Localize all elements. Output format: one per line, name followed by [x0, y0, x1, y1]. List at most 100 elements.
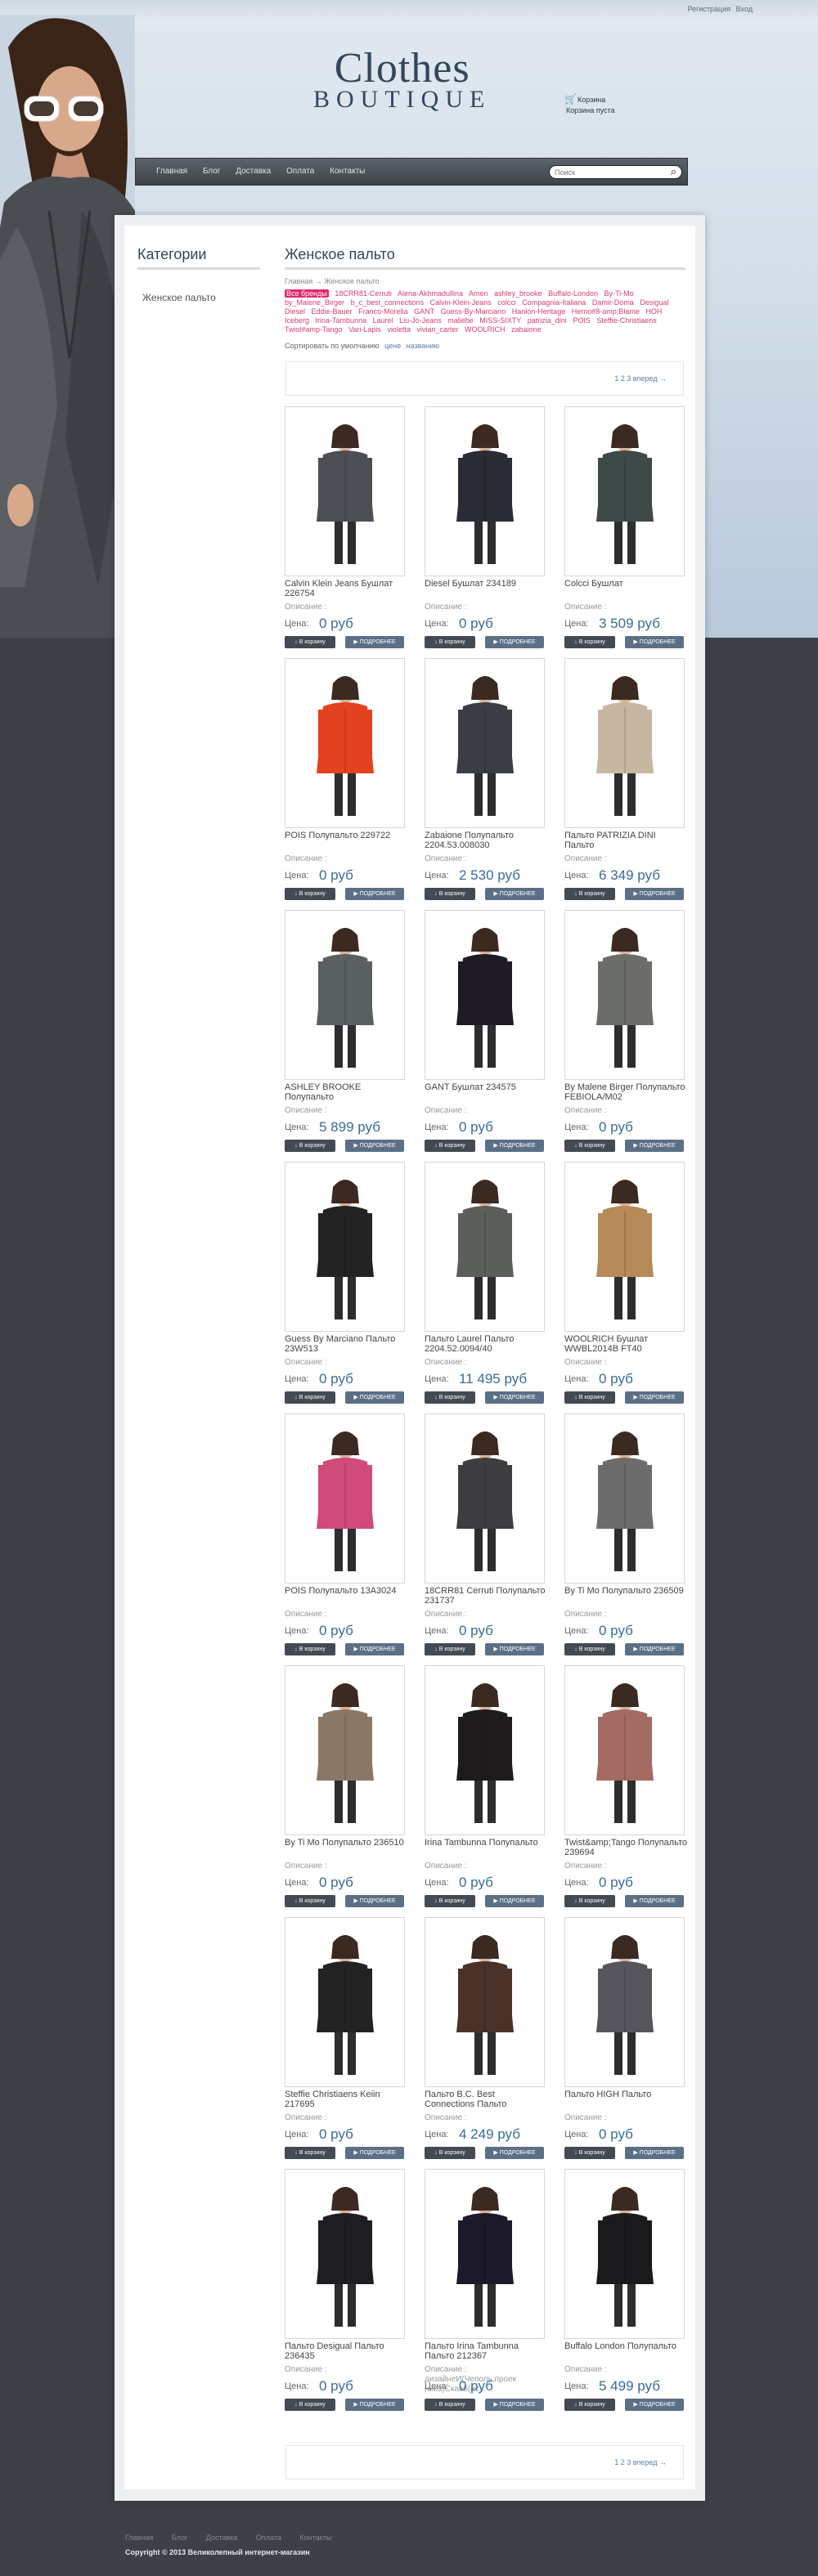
nav-item-blog[interactable]: Блог — [203, 167, 221, 176]
nav-item-home[interactable]: Главная — [156, 167, 187, 176]
product-name[interactable]: Diesel Бушлат 234189 — [425, 579, 547, 589]
details-button[interactable]: ▶ ПОДРОБНЕЕ — [485, 1391, 544, 1404]
brand-filter-tag[interactable]: violetta — [387, 325, 411, 334]
search-icon[interactable]: ⌕ — [671, 165, 676, 178]
product-image[interactable] — [425, 406, 545, 576]
product-image[interactable] — [425, 1162, 545, 1332]
product-name[interactable]: Пальто B.C. Best Connections Пальто — [425, 2090, 547, 2109]
product-image[interactable] — [564, 1665, 685, 1835]
brand-filter-tag[interactable]: By-Ti-Mo — [605, 289, 634, 298]
add-to-cart-button[interactable]: ↓ В корзину — [425, 1140, 475, 1152]
add-to-cart-button[interactable]: ↓ В корзину — [285, 1895, 335, 1907]
product-name[interactable]: Colcci Бушлат — [564, 579, 687, 589]
breadcrumb-home[interactable]: Главная — [285, 277, 312, 285]
product-image[interactable] — [564, 406, 685, 576]
product-image[interactable] — [425, 2169, 545, 2339]
product-image[interactable] — [285, 2169, 405, 2339]
brand-filter-tag[interactable]: patrizia_dini — [528, 316, 567, 325]
brand-filter-tag[interactable]: colcci — [497, 298, 516, 307]
brand-filter-tag[interactable]: Amen — [469, 289, 488, 298]
add-to-cart-button[interactable]: ↓ В корзину — [285, 2399, 335, 2411]
product-image[interactable] — [425, 910, 545, 1080]
product-name[interactable]: By Ti Mo Полупальто 236510 — [285, 1838, 407, 1848]
brand-filter-tag[interactable]: Herno#8-amp;Blame — [572, 307, 640, 316]
details-button[interactable]: ▶ ПОДРОБНЕЕ — [485, 1895, 544, 1907]
details-button[interactable]: ▶ ПОДРОБНЕЕ — [625, 1140, 684, 1152]
brand-filter-tag[interactable]: Liu-Jo-Jeans — [399, 316, 442, 325]
product-image[interactable] — [285, 406, 405, 576]
brand-filter-tag[interactable]: vivian_carter — [416, 325, 458, 334]
brand-filter-tag[interactable]: Twist#amp-Tango — [285, 325, 343, 334]
details-button[interactable]: ▶ ПОДРОБНЕЕ — [345, 1895, 404, 1907]
product-name[interactable]: Zabaione Полупальто 2204.53.008030 — [425, 831, 547, 850]
details-button[interactable]: ▶ ПОДРОБНЕЕ — [485, 1643, 544, 1655]
brand-filter-tag[interactable]: maliebe — [447, 316, 474, 325]
product-name[interactable]: Пальто PATRIZIA DINI Пальто — [564, 831, 687, 850]
details-button[interactable]: ▶ ПОДРОБНЕЕ — [345, 1643, 404, 1655]
details-button[interactable]: ▶ ПОДРОБНЕЕ — [345, 888, 404, 900]
product-name[interactable]: Пальто HIGH Пальто — [564, 2090, 687, 2099]
product-name[interactable]: Steffie Christiaens Keiin 217695 — [285, 2090, 407, 2109]
add-to-cart-button[interactable]: ↓ В корзину — [564, 2147, 615, 2159]
nav-item-payment[interactable]: Оплата — [286, 167, 314, 176]
product-name[interactable]: Irina Tambunna Полупальто — [425, 1838, 547, 1848]
details-button[interactable]: ▶ ПОДРОБНЕЕ — [345, 2399, 404, 2411]
details-button[interactable]: ▶ ПОДРОБНЕЕ — [625, 636, 684, 648]
product-image[interactable] — [285, 910, 405, 1080]
product-image[interactable] — [564, 1413, 685, 1584]
product-name[interactable]: Пальто Laurel Пальто 2204.52.0094/40 — [425, 1334, 547, 1354]
product-name[interactable]: WOOLRICH Бушлат WWBL2014B FT40 — [564, 1334, 687, 1354]
brand-filter-tag[interactable]: Laurel — [373, 316, 393, 325]
add-to-cart-button[interactable]: ↓ В корзину — [564, 888, 615, 900]
product-name[interactable]: GANT Бушлат 234575 — [425, 1082, 547, 1092]
brand-filter-tag[interactable]: Irina-Tambunna — [316, 316, 367, 325]
product-name[interactable]: By Ti Mo Полупальто 236509 — [564, 1586, 687, 1596]
product-image[interactable] — [285, 1917, 405, 2087]
product-name[interactable]: ASHLEY BROOKE Полупальто — [285, 1082, 407, 1102]
brand-filter-tag[interactable]: Vari-Lapis — [348, 325, 381, 334]
register-link[interactable]: Регистрация — [687, 5, 730, 13]
details-button[interactable]: ▶ ПОДРОБНЕЕ — [345, 636, 404, 648]
product-image[interactable] — [564, 1917, 685, 2087]
product-image[interactable] — [285, 658, 405, 828]
sidebar-item-womens-coats[interactable]: Женское пальто — [142, 292, 260, 303]
brand-filter-tag[interactable]: Guess-By-Marciano — [441, 307, 506, 316]
brand-filter-tag[interactable]: POIS — [573, 316, 591, 325]
brand-filter-tag[interactable]: Buffalo-London — [548, 289, 598, 298]
brand-filter-tag[interactable]: b_c_best_connections — [351, 298, 425, 307]
product-image[interactable] — [425, 1917, 545, 2087]
brand-filter-tag[interactable]: ashley_brooke — [494, 289, 542, 298]
add-to-cart-button[interactable]: ↓ В корзину — [425, 2399, 475, 2411]
product-image[interactable] — [285, 1162, 405, 1332]
cart-widget[interactable]: 🛒 Корзина Корзина пуста — [564, 94, 615, 116]
add-to-cart-button[interactable]: ↓ В корзину — [285, 636, 335, 648]
add-to-cart-button[interactable]: ↓ В корзину — [285, 888, 335, 900]
login-link[interactable]: Вход — [736, 5, 753, 13]
add-to-cart-button[interactable]: ↓ В корзину — [285, 1643, 335, 1655]
product-image[interactable] — [285, 1665, 405, 1835]
details-button[interactable]: ▶ ПОДРОБНЕЕ — [345, 2147, 404, 2159]
site-logo[interactable]: Clothes BOUTIQUE — [313, 47, 491, 113]
nav-item-delivery[interactable]: Доставка — [236, 167, 271, 176]
add-to-cart-button[interactable]: ↓ В корзину — [425, 1391, 475, 1404]
add-to-cart-button[interactable]: ↓ В корзину — [285, 1140, 335, 1152]
product-image[interactable] — [564, 2169, 685, 2339]
product-name[interactable]: POIS Полупальто 13A3024 — [285, 1586, 407, 1596]
add-to-cart-button[interactable]: ↓ В корзину — [564, 1391, 615, 1404]
brand-filter-tag[interactable]: Damir-Doma — [592, 298, 634, 307]
search-input[interactable] — [555, 167, 661, 177]
pagination-links[interactable]: 1 2 3 вперед → — [614, 2458, 667, 2466]
add-to-cart-button[interactable]: ↓ В корзину — [564, 1895, 615, 1907]
brand-filter-tag[interactable]: Diesel — [285, 307, 305, 316]
product-image[interactable] — [425, 1665, 545, 1835]
product-image[interactable] — [564, 658, 685, 828]
details-button[interactable]: ▶ ПОДРОБНЕЕ — [485, 2147, 544, 2159]
footer-link-delivery[interactable]: Доставка — [206, 2533, 238, 2542]
details-button[interactable]: ▶ ПОДРОБНЕЕ — [485, 2399, 544, 2411]
add-to-cart-button[interactable]: ↓ В корзину — [285, 2147, 335, 2159]
product-name[interactable]: Calvin Klein Jeans Бушлат 226754 — [285, 579, 407, 598]
brand-filter-tag[interactable]: zabaione — [511, 325, 542, 334]
details-button[interactable]: ▶ ПОДРОБНЕЕ — [625, 1895, 684, 1907]
brand-filter-tag[interactable]: Compagnia-Italiana — [522, 298, 586, 307]
add-to-cart-button[interactable]: ↓ В корзину — [425, 636, 475, 648]
